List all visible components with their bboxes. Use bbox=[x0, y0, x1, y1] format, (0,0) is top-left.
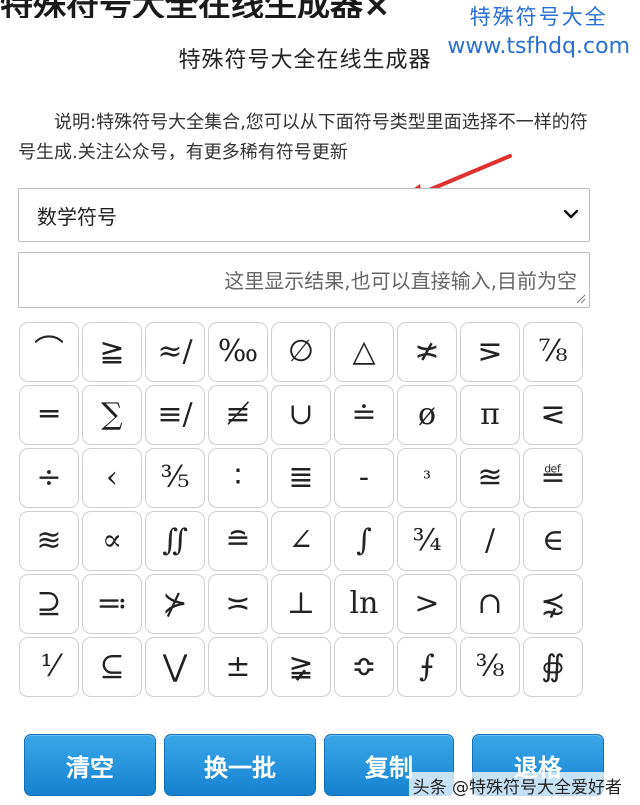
watermark-name: 特殊符号大全 bbox=[469, 5, 608, 29]
symbol-button[interactable]: ≢ bbox=[208, 385, 268, 445]
symbol-button[interactable]: ± bbox=[208, 637, 268, 697]
symbol-button[interactable]: π bbox=[460, 385, 520, 445]
symbol-button[interactable]: ¾ bbox=[397, 511, 457, 571]
symbol-button[interactable]: ⋝ bbox=[460, 322, 520, 382]
symbol-button[interactable]: ∫ bbox=[334, 511, 394, 571]
footer-credit: 头条 @特殊符号大全爱好者 bbox=[408, 772, 626, 799]
symbol-button[interactable]: ⅗ bbox=[145, 448, 205, 508]
symbol-button[interactable]: ≐ bbox=[334, 385, 394, 445]
chevron-down-icon bbox=[563, 209, 579, 219]
symbol-button[interactable]: ∠ bbox=[271, 511, 331, 571]
page-title: 特殊符号大全在线生成器 bbox=[178, 48, 432, 73]
symbol-button[interactable]: ∯ bbox=[523, 637, 583, 697]
symbol-button[interactable]: ⋁ bbox=[145, 637, 205, 697]
symbol-button[interactable]: ³ bbox=[397, 448, 457, 508]
symbol-button[interactable]: ≧ bbox=[82, 322, 142, 382]
symbol-button[interactable]: ⊇ bbox=[19, 574, 79, 634]
symbol-button[interactable]: ⊁ bbox=[145, 574, 205, 634]
clear-button[interactable]: 清空 bbox=[24, 734, 156, 796]
symbol-button[interactable]: ≊ bbox=[460, 448, 520, 508]
symbol-button[interactable]: ∈ bbox=[523, 511, 583, 571]
symbol-button[interactable]: ‹ bbox=[82, 448, 142, 508]
symbol-button[interactable]: ≣ bbox=[271, 448, 331, 508]
symbol-button[interactable]: ≋ bbox=[19, 511, 79, 571]
category-select-value: 数学符号 bbox=[37, 204, 117, 229]
symbol-button[interactable]: ≭ bbox=[397, 322, 457, 382]
symbol-button[interactable]: ∑ bbox=[82, 385, 142, 445]
symbol-button[interactable]: ≡/ bbox=[145, 385, 205, 445]
category-select[interactable]: 数学符号 bbox=[18, 188, 590, 242]
symbol-button[interactable]: ø bbox=[397, 385, 457, 445]
resize-grip-icon[interactable] bbox=[574, 292, 586, 304]
symbol-button[interactable]: ∬ bbox=[145, 511, 205, 571]
browser-tab-title: 特殊符号大全在线生成器× bbox=[0, 0, 440, 18]
symbol-button[interactable]: ≩ bbox=[271, 637, 331, 697]
symbol-button[interactable]: - bbox=[334, 448, 394, 508]
symbol-button[interactable]: ⊆ bbox=[82, 637, 142, 697]
symbol-button[interactable]: ≕ bbox=[82, 574, 142, 634]
symbol-button[interactable]: ⋜ bbox=[523, 385, 583, 445]
symbol-button[interactable]: ⨍ bbox=[397, 637, 457, 697]
symbol-button[interactable]: ⌒ bbox=[19, 322, 79, 382]
symbol-button[interactable]: ‰ bbox=[208, 322, 268, 382]
symbol-button[interactable]: ⊥ bbox=[271, 574, 331, 634]
symbol-button[interactable]: ⅞ bbox=[523, 322, 583, 382]
symbol-button[interactable]: ∩ bbox=[460, 574, 520, 634]
symbol-button[interactable]: ÷ bbox=[19, 448, 79, 508]
result-textarea[interactable]: 这里显示结果,也可以直接输入,目前为空 bbox=[18, 252, 590, 308]
symbol-button[interactable]: ⅟ bbox=[19, 637, 79, 697]
symbol-grid: ⌒ ≧ ≈/ ‰ ∅ △ ≭ ⋝ ⅞ ═ ∑ ≡/ ≢ ∪ ≐ ø π ⋜ ÷ … bbox=[19, 322, 589, 697]
symbol-button[interactable]: ∅ bbox=[271, 322, 331, 382]
symbol-button[interactable]: ⋨ bbox=[523, 574, 583, 634]
symbol-button[interactable]: △ bbox=[334, 322, 394, 382]
next-batch-button[interactable]: 换一批 bbox=[164, 734, 316, 796]
symbol-button[interactable]: ⅜ bbox=[460, 637, 520, 697]
symbol-button[interactable]: ∶ bbox=[208, 448, 268, 508]
symbol-button[interactable]: ∪ bbox=[271, 385, 331, 445]
symbol-button[interactable]: / bbox=[460, 511, 520, 571]
symbol-button[interactable]: ≍ bbox=[208, 574, 268, 634]
symbol-button[interactable]: ≝ bbox=[523, 448, 583, 508]
symbol-button[interactable]: > bbox=[397, 574, 457, 634]
result-placeholder: 这里显示结果,也可以直接输入,目前为空 bbox=[224, 269, 577, 293]
symbol-button[interactable]: ln bbox=[334, 574, 394, 634]
symbol-button[interactable]: ≎ bbox=[334, 637, 394, 697]
symbol-button[interactable]: ≘ bbox=[208, 511, 268, 571]
symbol-button[interactable]: ∝ bbox=[82, 511, 142, 571]
symbol-button[interactable]: ═ bbox=[19, 385, 79, 445]
symbol-button[interactable]: ≈/ bbox=[145, 322, 205, 382]
